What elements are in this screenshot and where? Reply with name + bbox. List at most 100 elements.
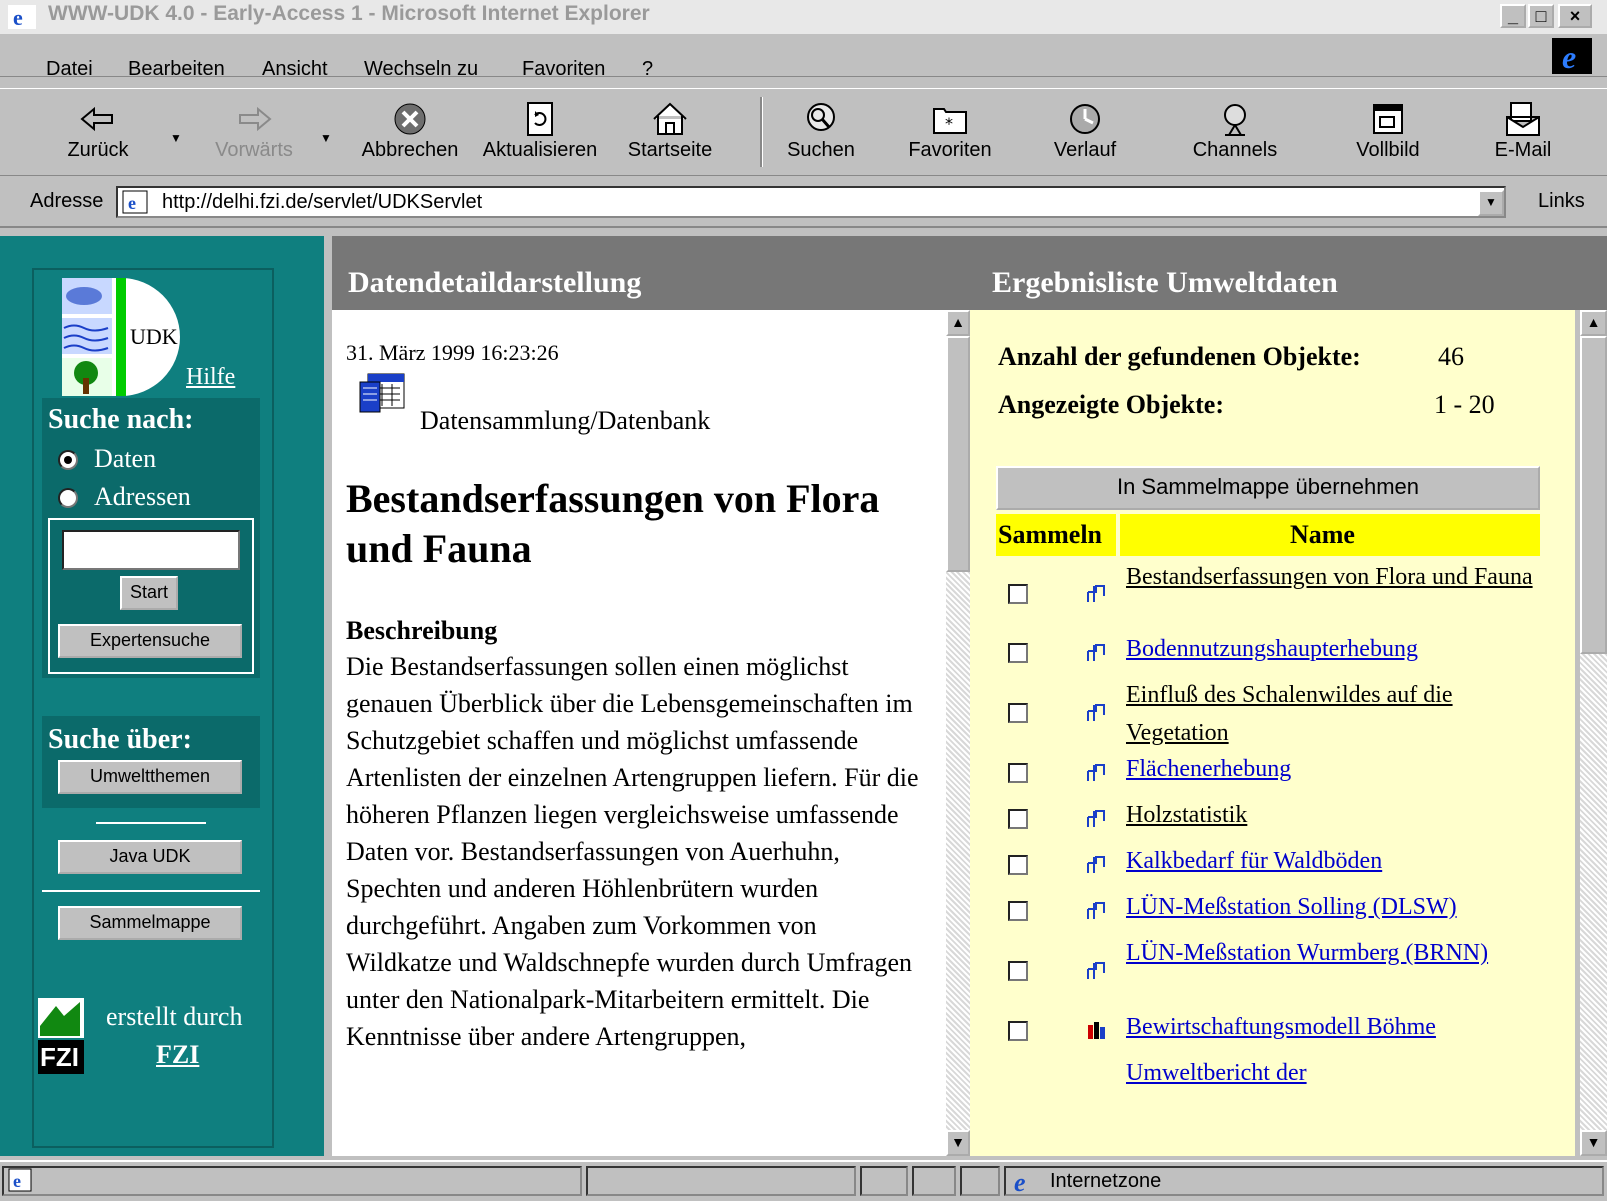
- divider: [42, 890, 260, 892]
- result-link[interactable]: Bewirtschaftungsmodell Böhme: [1126, 1008, 1546, 1046]
- collect-checkbox[interactable]: [1008, 643, 1028, 663]
- address-input[interactable]: http://delhi.fzi.de/servlet/UDKServlet: [116, 186, 1506, 218]
- created-by-label: erstellt durch: [106, 1002, 243, 1031]
- results-scrollbar[interactable]: ▲ ▼: [1580, 310, 1607, 1156]
- description-heading: Beschreibung: [346, 616, 498, 645]
- result-link[interactable]: Einfluß des Schalenwildes auf die Vegeta…: [1126, 676, 1546, 752]
- collection-button[interactable]: Sammelmappe: [58, 906, 242, 940]
- radio-addresses[interactable]: [58, 488, 78, 508]
- menu-bearbeiten[interactable]: Bearbeiten: [128, 58, 225, 81]
- dataset-icon[interactable]: [1084, 701, 1108, 723]
- stop-icon: [394, 103, 426, 135]
- scroll-down-icon[interactable]: ▼: [1580, 1130, 1607, 1156]
- home-button[interactable]: Startseite: [622, 89, 718, 175]
- collect-checkbox[interactable]: [1008, 901, 1028, 921]
- menu-help[interactable]: ?: [642, 58, 653, 81]
- detail-scrollbar[interactable]: ▲ ▼: [946, 310, 970, 1156]
- result-link[interactable]: Umweltbericht der: [1126, 1054, 1546, 1092]
- arrow-right-icon: [239, 106, 272, 132]
- scroll-up-icon[interactable]: ▲: [1580, 310, 1607, 336]
- detail-content: 31. März 1999 16:23:26 Datensammlung/Dat…: [332, 310, 946, 1156]
- help-link[interactable]: Hilfe: [186, 364, 235, 391]
- result-link[interactable]: Bestandserfassungen von Flora und Fauna: [1126, 558, 1546, 596]
- radio-data[interactable]: [58, 450, 78, 470]
- collect-checkbox[interactable]: [1008, 1021, 1028, 1041]
- dataset-icon[interactable]: [1084, 807, 1108, 829]
- channels-button[interactable]: Channels: [1180, 89, 1290, 175]
- links-label[interactable]: Links: [1538, 190, 1585, 213]
- col-name-header: Name: [1120, 514, 1540, 556]
- close-button[interactable]: ×: [1558, 4, 1592, 28]
- back-dropdown-icon[interactable]: ▼: [170, 131, 182, 145]
- status-slot: [860, 1166, 908, 1196]
- frame-divider[interactable]: [324, 236, 332, 1156]
- svg-text:e: e: [1562, 39, 1576, 74]
- svg-text:e: e: [1014, 1168, 1026, 1194]
- scroll-thumb[interactable]: [1580, 336, 1607, 654]
- stop-button[interactable]: Abbrechen: [356, 89, 464, 175]
- collect-checkbox[interactable]: [1008, 584, 1028, 604]
- favorites-button[interactable]: * Favoriten: [900, 89, 1000, 175]
- scroll-down-icon[interactable]: ▼: [946, 1130, 970, 1156]
- collect-checkbox[interactable]: [1008, 703, 1028, 723]
- search-button[interactable]: Suchen: [776, 89, 866, 175]
- dataset-icon[interactable]: [1084, 899, 1108, 921]
- forward-dropdown-icon[interactable]: ▼: [320, 131, 332, 145]
- dataset-icon[interactable]: [1084, 641, 1108, 663]
- mail-button[interactable]: E-Mail: [1478, 89, 1568, 175]
- dataset-icon[interactable]: [1084, 761, 1108, 783]
- home-icon: [653, 102, 687, 135]
- add-to-collection-button[interactable]: In Sammelmappe übernehmen: [996, 466, 1540, 510]
- results-content: Anzahl der gefundenen Objekte: 46 Angeze…: [970, 310, 1575, 1156]
- collect-checkbox[interactable]: [1008, 763, 1028, 783]
- menu-ansicht[interactable]: Ansicht: [262, 58, 328, 81]
- svg-text:*: *: [945, 114, 953, 133]
- menu-favoriten[interactable]: Favoriten: [522, 58, 605, 81]
- menu-wechseln-zu[interactable]: Wechseln zu: [364, 58, 478, 81]
- dataset-icon[interactable]: [1084, 582, 1108, 604]
- model-icon[interactable]: [1084, 1019, 1108, 1041]
- dataset-icon[interactable]: [1084, 959, 1108, 981]
- zone-label: Internetzone: [1050, 1170, 1162, 1192]
- address-dropdown-button[interactable]: ▼: [1478, 190, 1504, 216]
- result-link[interactable]: Bodennutzungshaupterhebung: [1126, 630, 1546, 668]
- col-name-label: Name: [1290, 520, 1355, 549]
- collect-checkbox[interactable]: [1008, 961, 1028, 981]
- start-button[interactable]: Start: [120, 576, 178, 610]
- collect-checkbox[interactable]: [1008, 809, 1028, 829]
- status-slot: [960, 1166, 1000, 1196]
- result-link[interactable]: Holzstatistik: [1126, 796, 1546, 834]
- collect-checkbox[interactable]: [1008, 855, 1028, 875]
- result-link[interactable]: LÜN-Meßstation Wurmberg (BRNN): [1126, 934, 1546, 972]
- maximize-button[interactable]: □: [1528, 4, 1554, 28]
- detail-title: Bestandserfassungen von Flora und Fauna: [346, 476, 880, 571]
- fullscreen-button[interactable]: Vollbild: [1340, 89, 1436, 175]
- menu-datei[interactable]: Datei: [46, 58, 93, 81]
- radio-data-label: Daten: [94, 444, 157, 473]
- search-icon: [807, 103, 835, 131]
- scroll-up-icon[interactable]: ▲: [946, 310, 970, 336]
- window-title: WWW-UDK 4.0 - Early-Access 1 - Microsoft…: [48, 2, 650, 25]
- result-row: LÜN-Meßstation Wurmberg (BRNN): [996, 934, 1556, 1008]
- fzi-link[interactable]: FZI: [156, 1040, 199, 1070]
- back-button[interactable]: Zurück: [54, 89, 142, 175]
- result-link[interactable]: Flächenerhebung: [1126, 750, 1546, 788]
- detail-header-title: Datendetaildarstellung: [348, 266, 642, 299]
- search-input[interactable]: [62, 530, 240, 570]
- forward-button[interactable]: Vorwärts: [204, 89, 304, 175]
- java-udk-button[interactable]: Java UDK: [58, 840, 242, 874]
- expert-search-button[interactable]: Expertensuche: [58, 624, 242, 658]
- search-for-heading: Suche nach:: [48, 404, 194, 435]
- history-button[interactable]: Verlauf: [1040, 89, 1130, 175]
- scroll-thumb[interactable]: [946, 336, 970, 572]
- result-link[interactable]: LÜN-Meßstation Solling (DLSW): [1126, 888, 1546, 926]
- favorites-folder-icon: *: [933, 108, 967, 134]
- ie-icon[interactable]: e: [8, 5, 36, 29]
- channels-dish-icon: [1224, 104, 1246, 136]
- result-link[interactable]: Kalkbedarf für Waldböden: [1126, 842, 1546, 880]
- topics-button[interactable]: Umweltthemen: [58, 760, 242, 794]
- refresh-icon: [527, 102, 553, 136]
- dataset-icon[interactable]: [1084, 853, 1108, 875]
- minimize-button[interactable]: _: [1500, 4, 1526, 28]
- refresh-button[interactable]: Aktualisieren: [478, 89, 602, 175]
